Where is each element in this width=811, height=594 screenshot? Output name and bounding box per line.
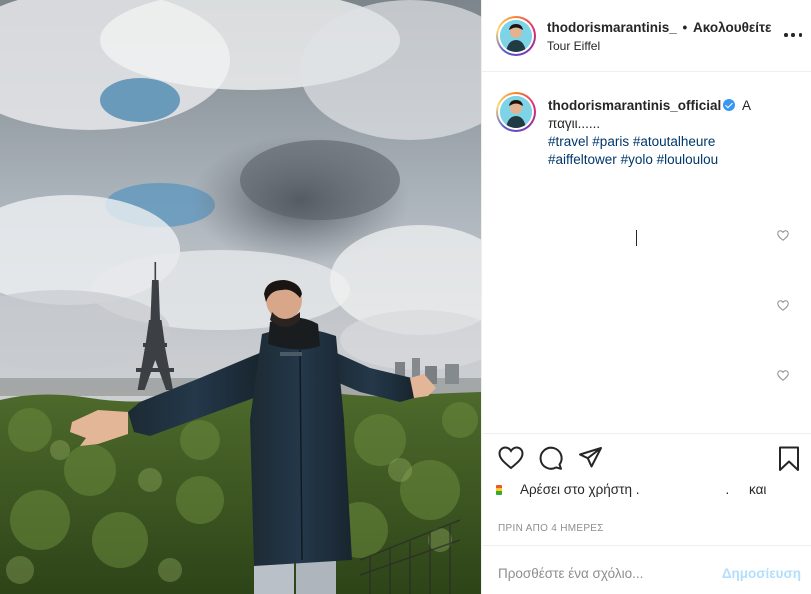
caption-text-block: thodorismarantinis_official Α παγιι.....…	[548, 97, 788, 169]
comment-icon[interactable]	[538, 446, 563, 470]
share-icon[interactable]	[578, 446, 603, 470]
heart-icon[interactable]	[498, 446, 524, 470]
add-comment-bar: Προσθέστε ένα σχόλιο... Δημοσίευση	[482, 545, 811, 594]
post-comment-button[interactable]: Δημοσίευση	[722, 566, 801, 581]
separator-dot: •	[682, 20, 688, 35]
post-header: thodorismarantinis_ • Ακολουθείτε Tour E…	[482, 0, 811, 72]
hashtag-link[interactable]: #paris	[592, 134, 629, 149]
hashtag-link[interactable]: #yolo	[621, 152, 653, 167]
photo-eiffel-tower-man	[0, 0, 481, 594]
hashtag-link[interactable]: #aiffeltower	[548, 152, 617, 167]
caption-avatar[interactable]	[496, 92, 536, 132]
hashtag-link[interactable]: #travel	[548, 134, 589, 149]
avatar-image	[500, 96, 532, 128]
more-options-icon[interactable]	[784, 28, 802, 42]
likes-suffix[interactable]: και	[749, 482, 766, 497]
caption-username[interactable]: thodorismarantinis_official	[548, 98, 721, 113]
comments-section: thodorismarantinis_official Α παγιι.....…	[482, 73, 811, 433]
comment-like-heart-icon[interactable]	[777, 300, 789, 311]
avatar-image	[500, 20, 532, 52]
comment-input[interactable]: Προσθέστε ένα σχόλιο...	[498, 566, 643, 581]
likes-summary: Αρέσει στο χρήστη .. και	[496, 482, 766, 497]
following-button[interactable]: Ακολουθείτε	[693, 20, 771, 35]
avatar[interactable]	[496, 16, 536, 56]
likes-prefix: Αρέσει στο χρήστη	[520, 482, 632, 497]
post-photo[interactable]	[0, 0, 481, 594]
verified-badge-icon	[723, 99, 736, 111]
bookmark-icon[interactable]	[778, 446, 800, 472]
post-actions: Αρέσει στο χρήστη .. και ΠΡΙΝ ΑΠΟ 4 ΗΜΕΡ…	[482, 433, 811, 543]
post-location[interactable]: Tour Eiffel	[547, 39, 600, 53]
post-side-panel: thodorismarantinis_ • Ακολουθείτε Tour E…	[481, 0, 811, 594]
hashtag-link[interactable]: #atoutalheure	[633, 134, 716, 149]
hashtag-link[interactable]: #louloulou	[657, 152, 719, 167]
liker-username-2[interactable]: .	[726, 482, 730, 497]
comment-like-heart-icon[interactable]	[777, 370, 789, 381]
liker-username[interactable]: .	[636, 482, 640, 497]
post-timestamp[interactable]: ΠΡΙΝ ΑΠΟ 4 ΗΜΕΡΕΣ	[498, 523, 604, 534]
text-cursor	[636, 230, 637, 246]
post-author-username[interactable]: thodorismarantinis_	[547, 20, 677, 35]
liker-avatar[interactable]	[496, 485, 502, 495]
comment-like-heart-icon[interactable]	[777, 230, 789, 241]
